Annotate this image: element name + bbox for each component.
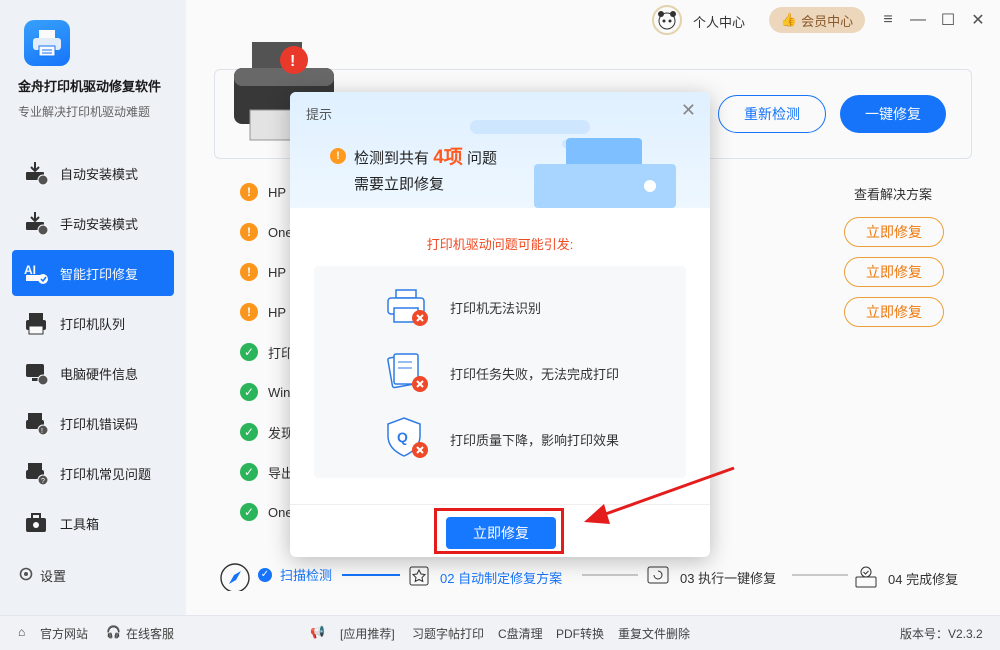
header-illustration [470,120,676,208]
msg-prefix: 检测到共有 [354,150,430,167]
msg-suffix: 问题 [466,150,497,167]
document-error-icon [384,350,434,396]
issue-count: 4项 [433,147,463,168]
cause-item: 打印任务失败，无法完成打印 [450,367,620,382]
cause-title: 打印机驱动问题可能引发: [426,237,574,252]
dialog-title: 提示 [306,107,333,122]
printer-error-icon [384,286,434,332]
dialog-close-icon[interactable]: ✕ [681,100,696,121]
cause-list: 打印机无法识别 打印任务失败，无法完成打印 Q 打印质量下降，影响打印效果 [314,266,686,478]
quality-error-icon: Q [384,416,434,462]
warning-icon: ! [330,148,346,164]
msg-line2: 需要立即修复 [354,176,445,193]
cause-item: 打印质量下降，影响打印效果 [450,433,620,448]
pointer-arrow [584,466,735,524]
cause-item: 打印机无法识别 [450,301,542,316]
svg-text:Q: Q [397,429,408,445]
dialog-header: 提示 ✕ ! 检测到共有 4项 问题 需要立即修复 [290,92,710,208]
highlight-box [434,508,564,554]
dialog-message: 检测到共有 4项 问题 需要立即修复 [354,145,497,198]
